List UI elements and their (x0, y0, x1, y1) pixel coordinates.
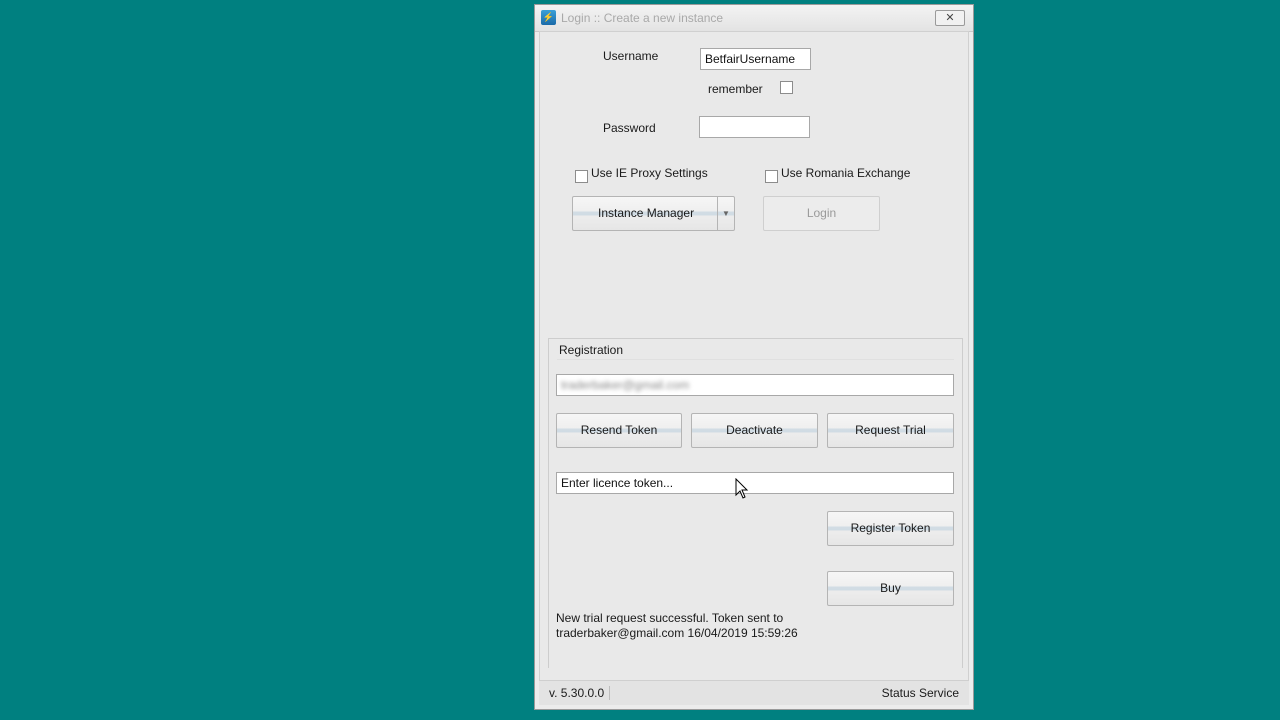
username-field[interactable]: BetfairUsername (700, 48, 811, 70)
version-label: v. 5.30.0.0 (549, 686, 605, 700)
remember-checkbox[interactable] (780, 81, 793, 94)
ie-proxy-checkbox[interactable] (575, 170, 588, 183)
registration-title: Registration (559, 343, 624, 357)
instance-manager-button[interactable]: Instance Manager ▼ (572, 196, 735, 231)
deactivate-button[interactable]: Deactivate (691, 413, 818, 448)
romania-exchange-label[interactable]: Use Romania Exchange (781, 166, 910, 180)
email-field[interactable]: traderbaker@gmail.com (556, 374, 954, 396)
mouse-cursor-icon (735, 478, 749, 499)
romania-exchange-checkbox[interactable] (765, 170, 778, 183)
ie-proxy-label[interactable]: Use IE Proxy Settings (591, 166, 708, 180)
register-token-button[interactable]: Register Token (827, 511, 954, 546)
instance-manager-label: Instance Manager (598, 206, 695, 220)
registration-group: Registration traderbaker@gmail.com Resen… (548, 338, 963, 668)
status-message-line2: traderbaker@gmail.com 16/04/2019 15:59:2… (556, 626, 798, 640)
status-bar: v. 5.30.0.0 Status Service (539, 680, 969, 705)
login-window: ⚡ Login :: Create a new instance ✕ Usern… (534, 4, 974, 710)
status-separator (609, 686, 610, 700)
app-logo-icon: ⚡ (541, 10, 556, 25)
remember-label: remember (708, 82, 763, 96)
password-field[interactable] (699, 116, 810, 138)
resend-token-button[interactable]: Resend Token (556, 413, 682, 448)
title-bar[interactable]: ⚡ Login :: Create a new instance ✕ (535, 5, 973, 32)
password-label: Password (603, 121, 656, 135)
buy-button[interactable]: Buy (827, 571, 954, 606)
chevron-down-icon[interactable]: ▼ (717, 197, 734, 230)
close-button[interactable]: ✕ (935, 10, 965, 26)
login-button[interactable]: Login (763, 196, 880, 231)
request-trial-button[interactable]: Request Trial (827, 413, 954, 448)
status-service-label[interactable]: Status Service (882, 686, 959, 700)
client-area: Username BetfairUsername remember Passwo… (539, 31, 969, 705)
group-divider (557, 359, 954, 360)
status-message: New trial request successful. Token sent… (556, 611, 798, 641)
username-label: Username (603, 49, 659, 63)
status-message-line1: New trial request successful. Token sent… (556, 611, 784, 625)
email-value: traderbaker@gmail.com (561, 378, 690, 392)
licence-token-input[interactable]: Enter licence token... (556, 472, 954, 494)
window-title: Login :: Create a new instance (561, 11, 724, 25)
